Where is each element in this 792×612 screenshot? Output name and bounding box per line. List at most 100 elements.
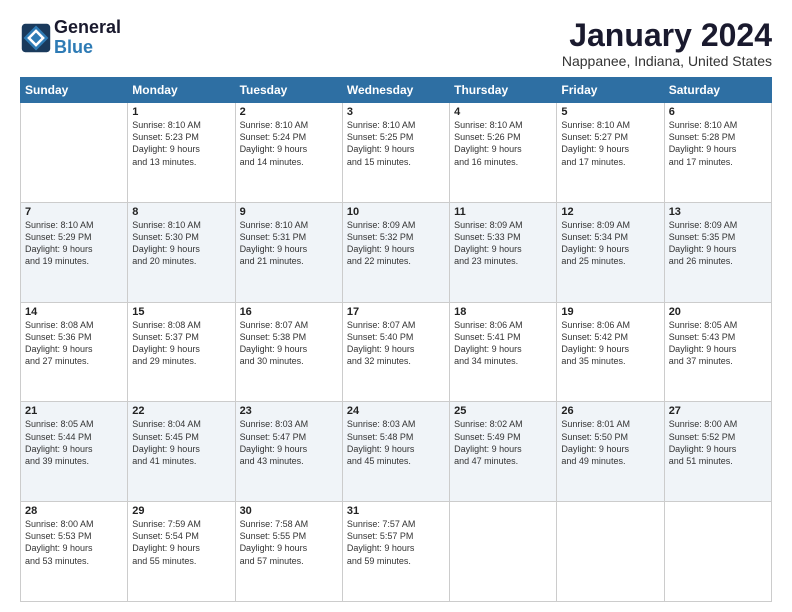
calendar-week-1: 1Sunrise: 8:10 AMSunset: 5:23 PMDaylight… bbox=[21, 103, 772, 203]
day-number: 18 bbox=[454, 306, 552, 318]
cell-info: Sunrise: 8:10 AMSunset: 5:27 PMDaylight:… bbox=[561, 119, 659, 168]
calendar-cell bbox=[450, 502, 557, 602]
day-header-tuesday: Tuesday bbox=[235, 78, 342, 103]
day-header-sunday: Sunday bbox=[21, 78, 128, 103]
cell-info: Sunrise: 8:00 AMSunset: 5:52 PMDaylight:… bbox=[669, 418, 767, 467]
day-number: 29 bbox=[132, 505, 230, 517]
cell-info: Sunrise: 8:07 AMSunset: 5:38 PMDaylight:… bbox=[240, 319, 338, 368]
day-number: 5 bbox=[561, 106, 659, 118]
calendar-cell: 8Sunrise: 8:10 AMSunset: 5:30 PMDaylight… bbox=[128, 202, 235, 302]
month-year: January 2024 bbox=[562, 18, 772, 53]
day-number: 4 bbox=[454, 106, 552, 118]
title-block: January 2024 Nappanee, Indiana, United S… bbox=[562, 18, 772, 69]
calendar-cell: 27Sunrise: 8:00 AMSunset: 5:52 PMDayligh… bbox=[664, 402, 771, 502]
calendar-header-row: SundayMondayTuesdayWednesdayThursdayFrid… bbox=[21, 78, 772, 103]
day-header-thursday: Thursday bbox=[450, 78, 557, 103]
cell-info: Sunrise: 8:06 AMSunset: 5:42 PMDaylight:… bbox=[561, 319, 659, 368]
day-header-wednesday: Wednesday bbox=[342, 78, 449, 103]
logo-text: General Blue bbox=[54, 18, 121, 58]
calendar-cell: 2Sunrise: 8:10 AMSunset: 5:24 PMDaylight… bbox=[235, 103, 342, 203]
logo: General Blue bbox=[20, 18, 121, 58]
day-number: 28 bbox=[25, 505, 123, 517]
day-number: 16 bbox=[240, 306, 338, 318]
cell-info: Sunrise: 8:05 AMSunset: 5:43 PMDaylight:… bbox=[669, 319, 767, 368]
location: Nappanee, Indiana, United States bbox=[562, 53, 772, 69]
day-number: 13 bbox=[669, 206, 767, 218]
day-number: 17 bbox=[347, 306, 445, 318]
calendar-cell: 22Sunrise: 8:04 AMSunset: 5:45 PMDayligh… bbox=[128, 402, 235, 502]
calendar-cell: 25Sunrise: 8:02 AMSunset: 5:49 PMDayligh… bbox=[450, 402, 557, 502]
calendar-cell: 14Sunrise: 8:08 AMSunset: 5:36 PMDayligh… bbox=[21, 302, 128, 402]
cell-info: Sunrise: 8:08 AMSunset: 5:36 PMDaylight:… bbox=[25, 319, 123, 368]
calendar-cell: 24Sunrise: 8:03 AMSunset: 5:48 PMDayligh… bbox=[342, 402, 449, 502]
cell-info: Sunrise: 8:09 AMSunset: 5:35 PMDaylight:… bbox=[669, 219, 767, 268]
day-number: 24 bbox=[347, 405, 445, 417]
cell-info: Sunrise: 8:07 AMSunset: 5:40 PMDaylight:… bbox=[347, 319, 445, 368]
calendar-cell: 29Sunrise: 7:59 AMSunset: 5:54 PMDayligh… bbox=[128, 502, 235, 602]
day-number: 10 bbox=[347, 206, 445, 218]
day-header-saturday: Saturday bbox=[664, 78, 771, 103]
day-number: 21 bbox=[25, 405, 123, 417]
cell-info: Sunrise: 8:09 AMSunset: 5:34 PMDaylight:… bbox=[561, 219, 659, 268]
cell-info: Sunrise: 8:10 AMSunset: 5:23 PMDaylight:… bbox=[132, 119, 230, 168]
calendar-cell: 5Sunrise: 8:10 AMSunset: 5:27 PMDaylight… bbox=[557, 103, 664, 203]
calendar-cell: 11Sunrise: 8:09 AMSunset: 5:33 PMDayligh… bbox=[450, 202, 557, 302]
day-number: 12 bbox=[561, 206, 659, 218]
cell-info: Sunrise: 8:10 AMSunset: 5:31 PMDaylight:… bbox=[240, 219, 338, 268]
day-number: 19 bbox=[561, 306, 659, 318]
day-number: 9 bbox=[240, 206, 338, 218]
day-number: 15 bbox=[132, 306, 230, 318]
cell-info: Sunrise: 7:59 AMSunset: 5:54 PMDaylight:… bbox=[132, 518, 230, 567]
day-header-friday: Friday bbox=[557, 78, 664, 103]
cell-info: Sunrise: 8:02 AMSunset: 5:49 PMDaylight:… bbox=[454, 418, 552, 467]
calendar-cell: 16Sunrise: 8:07 AMSunset: 5:38 PMDayligh… bbox=[235, 302, 342, 402]
calendar-table: SundayMondayTuesdayWednesdayThursdayFrid… bbox=[20, 77, 772, 602]
calendar-cell: 13Sunrise: 8:09 AMSunset: 5:35 PMDayligh… bbox=[664, 202, 771, 302]
header: General Blue January 2024 Nappanee, Indi… bbox=[20, 18, 772, 69]
day-number: 3 bbox=[347, 106, 445, 118]
day-number: 6 bbox=[669, 106, 767, 118]
cell-info: Sunrise: 7:57 AMSunset: 5:57 PMDaylight:… bbox=[347, 518, 445, 567]
day-number: 31 bbox=[347, 505, 445, 517]
calendar-cell: 9Sunrise: 8:10 AMSunset: 5:31 PMDaylight… bbox=[235, 202, 342, 302]
cell-info: Sunrise: 8:10 AMSunset: 5:28 PMDaylight:… bbox=[669, 119, 767, 168]
cell-info: Sunrise: 8:00 AMSunset: 5:53 PMDaylight:… bbox=[25, 518, 123, 567]
calendar-cell: 19Sunrise: 8:06 AMSunset: 5:42 PMDayligh… bbox=[557, 302, 664, 402]
cell-info: Sunrise: 8:03 AMSunset: 5:47 PMDaylight:… bbox=[240, 418, 338, 467]
cell-info: Sunrise: 8:10 AMSunset: 5:24 PMDaylight:… bbox=[240, 119, 338, 168]
calendar-cell: 17Sunrise: 8:07 AMSunset: 5:40 PMDayligh… bbox=[342, 302, 449, 402]
cell-info: Sunrise: 8:05 AMSunset: 5:44 PMDaylight:… bbox=[25, 418, 123, 467]
day-number: 27 bbox=[669, 405, 767, 417]
day-number: 20 bbox=[669, 306, 767, 318]
day-number: 23 bbox=[240, 405, 338, 417]
day-number: 8 bbox=[132, 206, 230, 218]
cell-info: Sunrise: 8:08 AMSunset: 5:37 PMDaylight:… bbox=[132, 319, 230, 368]
day-header-monday: Monday bbox=[128, 78, 235, 103]
day-number: 1 bbox=[132, 106, 230, 118]
cell-info: Sunrise: 8:10 AMSunset: 5:26 PMDaylight:… bbox=[454, 119, 552, 168]
day-number: 14 bbox=[25, 306, 123, 318]
day-number: 30 bbox=[240, 505, 338, 517]
calendar-cell: 30Sunrise: 7:58 AMSunset: 5:55 PMDayligh… bbox=[235, 502, 342, 602]
day-number: 25 bbox=[454, 405, 552, 417]
calendar-cell: 1Sunrise: 8:10 AMSunset: 5:23 PMDaylight… bbox=[128, 103, 235, 203]
calendar-week-5: 28Sunrise: 8:00 AMSunset: 5:53 PMDayligh… bbox=[21, 502, 772, 602]
cell-info: Sunrise: 8:09 AMSunset: 5:32 PMDaylight:… bbox=[347, 219, 445, 268]
calendar-cell: 28Sunrise: 8:00 AMSunset: 5:53 PMDayligh… bbox=[21, 502, 128, 602]
day-number: 26 bbox=[561, 405, 659, 417]
cell-info: Sunrise: 7:58 AMSunset: 5:55 PMDaylight:… bbox=[240, 518, 338, 567]
cell-info: Sunrise: 8:01 AMSunset: 5:50 PMDaylight:… bbox=[561, 418, 659, 467]
general-blue-icon bbox=[20, 22, 52, 54]
calendar-cell: 23Sunrise: 8:03 AMSunset: 5:47 PMDayligh… bbox=[235, 402, 342, 502]
page: General Blue January 2024 Nappanee, Indi… bbox=[0, 0, 792, 612]
cell-info: Sunrise: 8:10 AMSunset: 5:25 PMDaylight:… bbox=[347, 119, 445, 168]
cell-info: Sunrise: 8:10 AMSunset: 5:29 PMDaylight:… bbox=[25, 219, 123, 268]
calendar-week-3: 14Sunrise: 8:08 AMSunset: 5:36 PMDayligh… bbox=[21, 302, 772, 402]
day-number: 2 bbox=[240, 106, 338, 118]
calendar-cell: 21Sunrise: 8:05 AMSunset: 5:44 PMDayligh… bbox=[21, 402, 128, 502]
calendar-cell: 7Sunrise: 8:10 AMSunset: 5:29 PMDaylight… bbox=[21, 202, 128, 302]
calendar-cell bbox=[557, 502, 664, 602]
day-number: 22 bbox=[132, 405, 230, 417]
calendar-week-4: 21Sunrise: 8:05 AMSunset: 5:44 PMDayligh… bbox=[21, 402, 772, 502]
calendar-cell: 31Sunrise: 7:57 AMSunset: 5:57 PMDayligh… bbox=[342, 502, 449, 602]
